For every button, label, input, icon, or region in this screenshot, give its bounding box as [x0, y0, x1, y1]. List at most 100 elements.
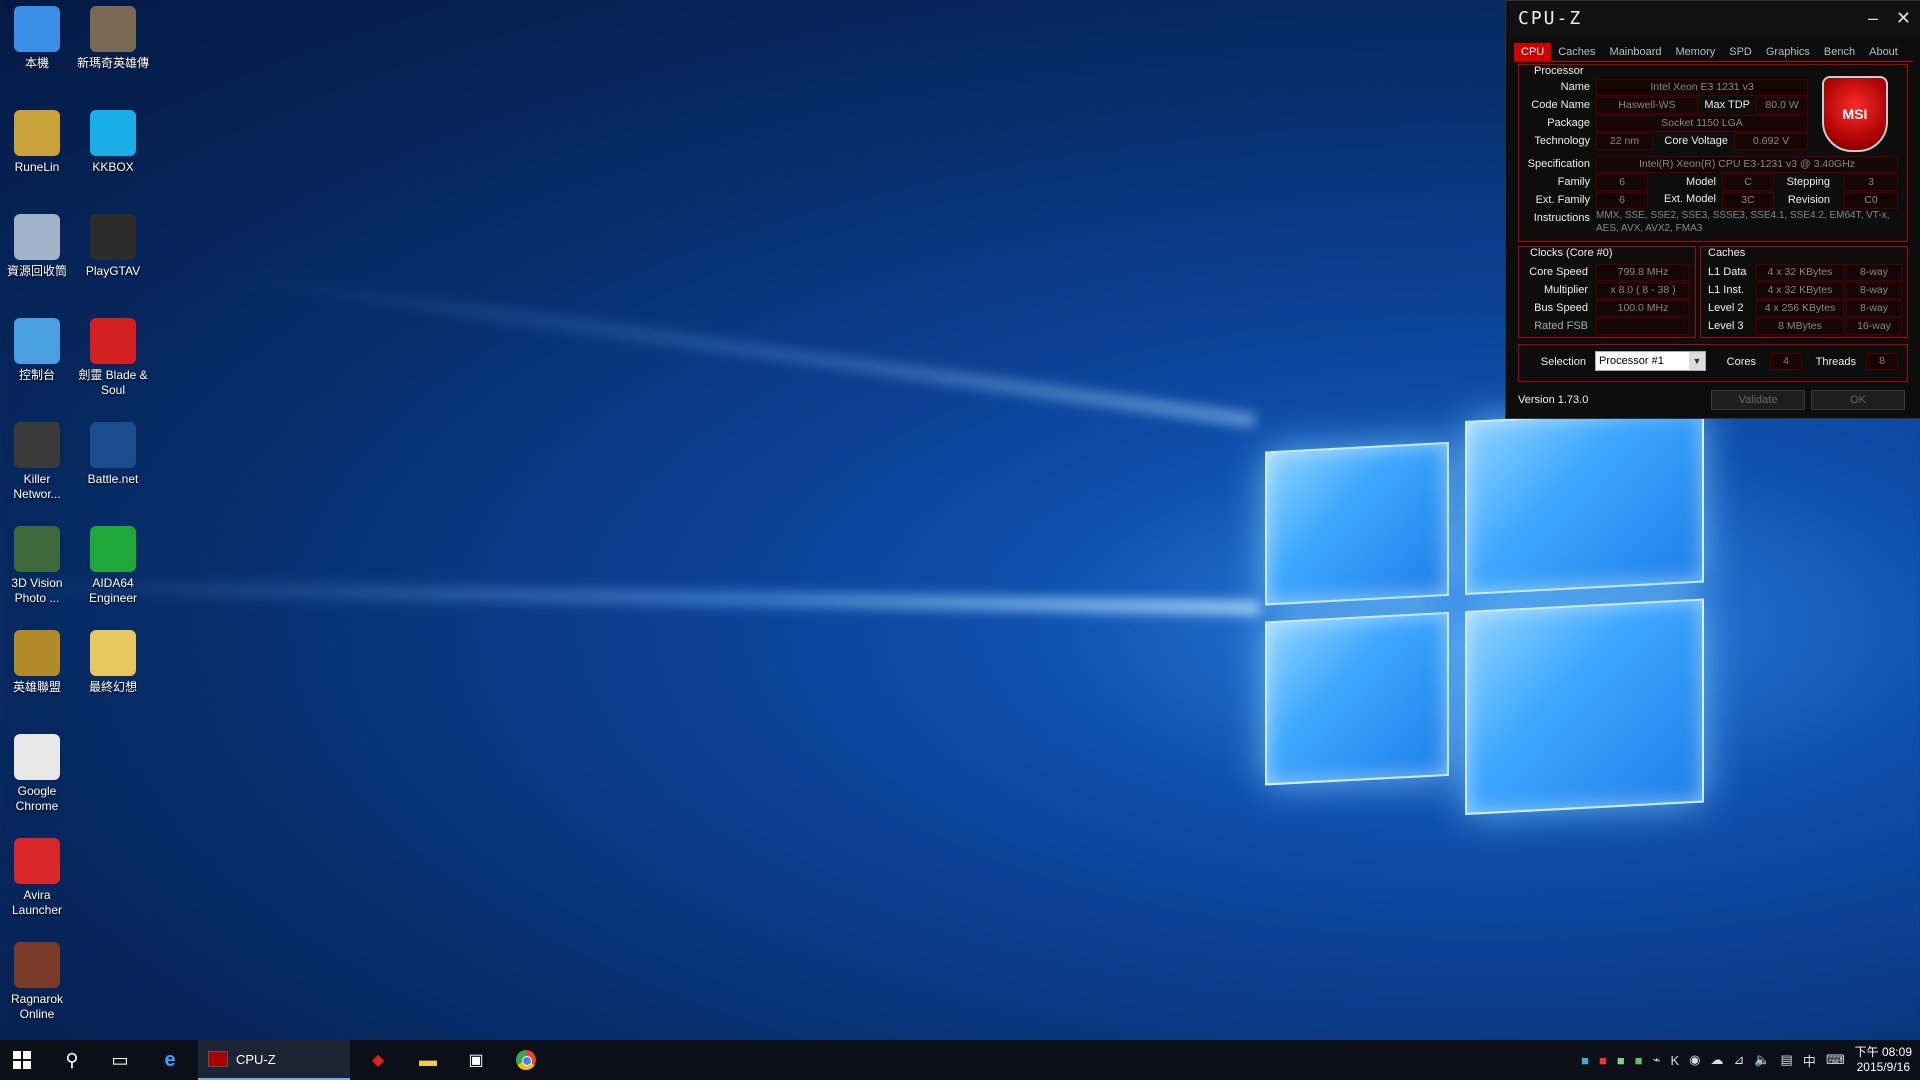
revision-label: Revision — [1787, 194, 1830, 206]
minimize-icon[interactable]: – — [1868, 8, 1878, 29]
desktop-icon[interactable]: Avira Launcher — [0, 832, 74, 918]
maxtdp-value: 80.0 W — [1756, 97, 1808, 114]
desktop-icon-label: 控制台 — [18, 368, 55, 382]
cpuz-titlebar[interactable]: CPU-Z – ✕ — [1506, 1, 1920, 35]
desktop-icon[interactable]: 新瑪奇英雄傳 — [76, 0, 150, 71]
extmodel-value: 3C — [1722, 192, 1774, 209]
desktop-icon[interactable]: Killer Networ... — [0, 416, 74, 502]
killer-tray-icon[interactable]: K — [1670, 1053, 1679, 1068]
desktop-icon[interactable]: Ragnarok Online — [0, 936, 74, 1022]
selection-label: Selection — [1540, 356, 1586, 368]
bluetooth-tray-icon[interactable]: ◉ — [1689, 1052, 1700, 1068]
desktop-icon[interactable]: 資源回收筒 — [0, 208, 74, 279]
system-tray: ■ ■ ■ ■ ⌁ K ◉ ☁ ⊿ 🔈 ▤ 中 ⌨ 下午 08:09 2015/… — [1581, 1040, 1920, 1080]
l1data-way-value: 8-way — [1846, 264, 1902, 281]
nvidia-tray-icon[interactable]: ■ — [1635, 1053, 1643, 1068]
close-icon[interactable]: ✕ — [1896, 8, 1911, 29]
tray-app-icon[interactable]: ■ — [1581, 1053, 1589, 1068]
l3-label: Level 3 — [1708, 320, 1744, 332]
shield-tray-icon[interactable]: ■ — [1617, 1053, 1625, 1068]
desktop-icon[interactable]: 控制台 — [0, 312, 74, 383]
kkbox-icon — [90, 110, 136, 156]
ratedfsb-value — [1596, 318, 1690, 335]
user-folder-icon — [14, 110, 60, 156]
windows-logo-wallpaper — [1255, 398, 1715, 842]
desktop-icon[interactable]: 本機 — [0, 0, 74, 71]
chrome-icon — [14, 734, 60, 780]
corespeed-value: 799.8 MHz — [1596, 264, 1690, 281]
network-icon[interactable]: ⊿ — [1733, 1052, 1744, 1068]
msi-gaming-app-icon[interactable]: ◆ — [356, 1040, 400, 1080]
desktop-icon[interactable]: PlayGTAV — [76, 208, 150, 279]
action-center-icon[interactable]: ▤ — [1781, 1052, 1793, 1068]
l3-way-value: 16-way — [1846, 318, 1902, 335]
spec-value: Intel(R) Xeon(R) CPU E3-1231 v3 @ 3.40GH… — [1596, 156, 1898, 173]
tab-about[interactable]: About — [1862, 43, 1905, 61]
tab-spd[interactable]: SPD — [1722, 43, 1759, 61]
gta-v-icon — [90, 214, 136, 260]
windows-start-icon[interactable] — [0, 1040, 44, 1080]
technology-value: 22 nm — [1596, 133, 1653, 150]
search-icon[interactable]: ⚲ — [50, 1040, 94, 1080]
codename-value: Haswell-WS — [1596, 97, 1698, 114]
validate-button[interactable]: Validate — [1711, 390, 1805, 410]
computer-icon — [14, 6, 60, 52]
keyboard-icon[interactable]: ⌨ — [1826, 1052, 1845, 1068]
avira-tray-icon[interactable]: ■ — [1599, 1053, 1607, 1068]
package-value: Socket 1150 LGA — [1596, 115, 1808, 132]
name-label: Name — [1560, 81, 1590, 93]
clock[interactable]: 下午 08:09 2015/9/16 — [1855, 1045, 1912, 1075]
file-explorer-icon[interactable]: ▬ — [406, 1040, 450, 1080]
desktop-icon[interactable]: 最終幻想 — [76, 624, 150, 695]
taskbar-app-cpuz[interactable]: CPU-Z — [198, 1040, 350, 1080]
volume-icon[interactable]: 🔈 — [1754, 1052, 1770, 1068]
tab-bench[interactable]: Bench — [1817, 43, 1862, 61]
corevoltage-value: 0.692 V — [1734, 133, 1808, 150]
tab-graphics[interactable]: Graphics — [1759, 43, 1817, 61]
tab-cpu[interactable]: CPU — [1514, 43, 1552, 61]
aida64-icon — [90, 526, 136, 572]
cloud-tray-icon[interactable]: ☁ — [1710, 1052, 1723, 1068]
task-view-icon[interactable]: ▭ — [98, 1040, 142, 1080]
desktop-icon[interactable]: 英雄聯盟 — [0, 624, 74, 695]
light-beam — [204, 266, 1256, 428]
processor-select[interactable]: Processor #1 ▼ — [1595, 351, 1706, 371]
tab-caches[interactable]: Caches — [1551, 43, 1602, 61]
store-icon[interactable]: ▣ — [454, 1040, 498, 1080]
spec-label: Specification — [1527, 158, 1590, 170]
tab-mainboard[interactable]: Mainboard — [1603, 43, 1669, 61]
l2-way-value: 8-way — [1846, 300, 1902, 317]
desktop-icon-label: Google Chrome — [15, 784, 59, 813]
blade-soul-icon — [90, 318, 136, 364]
version-label: Version 1.73.0 — [1518, 394, 1589, 406]
desktop-icon-label: 新瑪奇英雄傳 — [76, 56, 149, 70]
desktop-icon[interactable]: Battle.net — [76, 416, 150, 487]
chevron-down-icon[interactable]: ▼ — [1689, 352, 1705, 370]
desktop-icon[interactable]: 劍靈 Blade & Soul — [76, 312, 150, 398]
avira-icon — [14, 838, 60, 884]
recycle-bin-icon — [14, 214, 60, 260]
tab-memory[interactable]: Memory — [1669, 43, 1723, 61]
ime-indicator[interactable]: 中 — [1803, 1051, 1816, 1070]
desktop-icon[interactable]: RuneLin — [0, 104, 74, 175]
desktop-icon-label: 劍靈 Blade & Soul — [78, 368, 148, 397]
package-label: Package — [1547, 117, 1590, 129]
stepping-label: Stepping — [1786, 176, 1830, 188]
usb-tray-icon[interactable]: ⌁ — [1653, 1052, 1661, 1068]
caches-section-title: Caches — [1708, 247, 1746, 259]
codename-label: Code Name — [1531, 99, 1590, 111]
desktop-icon-label: 英雄聯盟 — [12, 680, 61, 694]
chrome-taskbar-icon[interactable] — [504, 1040, 548, 1080]
desktop-icon[interactable]: AIDA64 Engineer — [76, 520, 150, 606]
desktop-icon[interactable]: 3D Vision Photo ... — [0, 520, 74, 606]
desktop-icon-label: KKBOX — [92, 160, 134, 174]
folder-icon — [90, 630, 136, 676]
cpuz-app-icon — [208, 1051, 228, 1067]
ok-button[interactable]: OK — [1811, 390, 1905, 410]
desktop-icon[interactable]: KKBOX — [76, 104, 150, 175]
revision-value: C0 — [1844, 192, 1898, 209]
edge-browser-icon[interactable]: e — [148, 1040, 192, 1080]
cpuz-logo: CPU-Z — [1518, 7, 1583, 29]
msi-dragon-logo-icon: MSI — [1822, 76, 1888, 152]
desktop-icon[interactable]: Google Chrome — [0, 728, 74, 814]
